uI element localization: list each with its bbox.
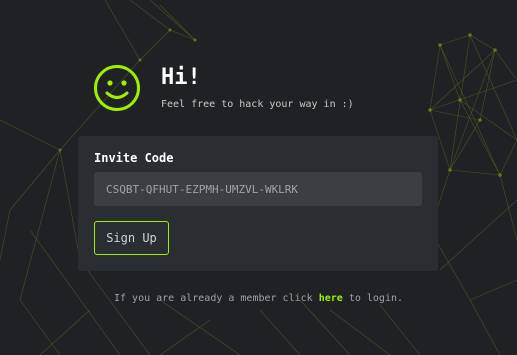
smiley-icon (94, 65, 140, 111)
invite-code-input[interactable] (94, 172, 422, 206)
page-title: Hi! (161, 65, 201, 90)
page: Hi! Feel free to hack your way in :) Inv… (0, 0, 517, 355)
login-link[interactable]: here (319, 293, 343, 304)
invite-code-label: Invite Code (94, 151, 174, 165)
page-subtitle: Feel free to hack your way in :) (161, 99, 354, 110)
invite-form-card: Invite Code Sign Up (78, 136, 438, 271)
sign-up-button[interactable]: Sign Up (94, 221, 169, 255)
login-prompt-text-before: If you are already a member click (113, 293, 313, 304)
login-prompt: If you are already a member click here t… (0, 292, 517, 306)
login-prompt-text-after: to login. (348, 293, 404, 304)
